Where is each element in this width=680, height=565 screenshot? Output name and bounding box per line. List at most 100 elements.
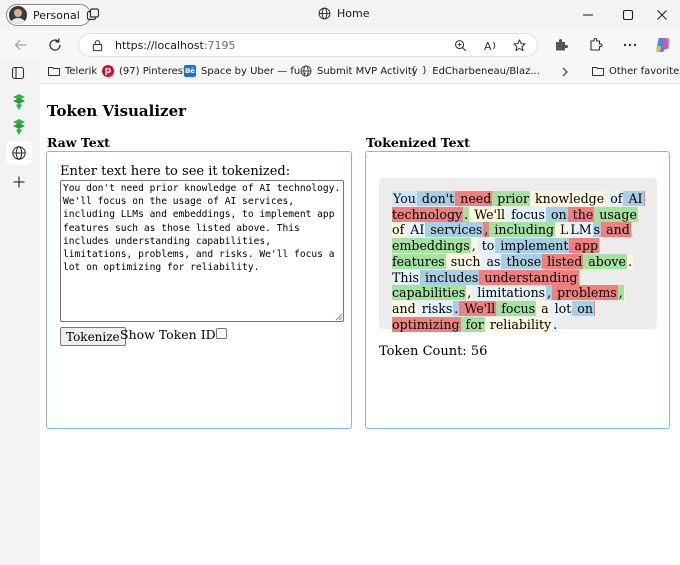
token: knowledge <box>530 191 606 206</box>
braces-icon: { } <box>411 66 428 76</box>
token: of <box>605 191 624 206</box>
favorite-label: Space by Uber — fu... <box>201 65 310 77</box>
token-display: You don't need prior knowledge of AI tec… <box>379 178 657 332</box>
token: prior <box>492 191 531 206</box>
minimize-icon[interactable] <box>580 7 596 23</box>
token: , <box>470 238 477 254</box>
extensions-icon[interactable] <box>587 37 603 53</box>
favorite-label: EdCharbeneau/Blaz... <box>432 65 540 77</box>
token: usage <box>594 206 638 222</box>
tab-actions-icon[interactable] <box>11 66 25 80</box>
token: , <box>617 285 624 301</box>
tokenized-text-panel: You don't need prior knowledge of AI tec… <box>365 151 670 429</box>
token: to <box>476 238 496 254</box>
token: You <box>392 191 417 206</box>
back-icon[interactable] <box>13 37 29 53</box>
token: focus <box>496 300 537 316</box>
token: s <box>592 222 602 238</box>
token: limitations <box>472 285 547 301</box>
favorite-label: Other favorites <box>609 65 680 77</box>
raw-text-input[interactable]: You don't need prior knowledge of AI tec… <box>60 180 344 322</box>
globe-icon <box>12 146 26 160</box>
token: app <box>569 238 600 254</box>
telerik-app-icon[interactable] <box>10 93 28 111</box>
token: lot <box>549 300 573 316</box>
behance-icon: Bē <box>184 65 196 77</box>
token: We'll <box>459 300 497 316</box>
globe-icon <box>300 65 312 77</box>
token: such <box>445 253 482 269</box>
tokenize-button[interactable]: Tokenize <box>60 327 126 346</box>
raw-text-label: Enter text here to see it tokenized: <box>60 164 291 179</box>
token: the <box>567 206 595 222</box>
chevron-right-icon[interactable] <box>560 66 570 78</box>
extension-puzzle-icon[interactable] <box>553 37 569 53</box>
globe-icon <box>318 7 331 20</box>
page-content: Token Visualizer Raw Text Tokenized Text… <box>40 84 680 565</box>
favorite-label: Telerik <box>65 65 98 77</box>
show-token-ids-checkbox[interactable] <box>216 328 227 339</box>
active-tab[interactable]: Home <box>318 7 369 20</box>
raw-text-heading: Raw Text <box>47 135 110 150</box>
token: risks <box>416 300 454 316</box>
tab-title: Home <box>337 7 370 20</box>
profile-button[interactable]: Personal <box>6 4 91 26</box>
copilot-icon[interactable] <box>654 36 672 54</box>
favorites-bar: Telerik p (97) Pinterest Bē Space by Ube… <box>40 60 680 84</box>
more-options-icon[interactable] <box>622 37 638 53</box>
refresh-icon[interactable] <box>47 37 63 53</box>
page-title: Token Visualizer <box>47 102 187 120</box>
resize-grip-icon[interactable] <box>334 312 343 321</box>
url-text: https://localhost:7195 <box>115 39 236 52</box>
avatar <box>9 6 27 24</box>
token: including <box>489 222 556 238</box>
token-count: Token Count: 56 <box>379 344 488 359</box>
favorite-label: Submit MVP Activity <box>317 65 418 77</box>
favorite-space-by-uber[interactable]: Bē Space by Uber — fu... <box>184 65 310 77</box>
sidebar-active-item[interactable] <box>6 141 32 165</box>
favorite-submit-mvp[interactable]: Submit MVP Activity <box>300 65 418 77</box>
workspaces-icon[interactable] <box>86 8 100 22</box>
favorite-edcharbeneau[interactable]: { } EdCharbeneau/Blaz... <box>411 65 540 77</box>
favorite-label: (97) Pinterest <box>119 65 187 77</box>
maximize-icon[interactable] <box>620 7 636 23</box>
favorite-other[interactable]: Other favorites <box>592 65 680 77</box>
token: L <box>555 222 570 238</box>
tokenized-text-heading: Tokenized Text <box>366 135 470 150</box>
url-port: :7195 <box>203 39 236 52</box>
token: AI <box>405 222 426 238</box>
token: problems <box>552 285 618 301</box>
token: a <box>536 300 550 316</box>
close-icon[interactable] <box>654 7 670 23</box>
favorite-pinterest[interactable]: p (97) Pinterest <box>102 65 187 77</box>
token: LM <box>569 222 593 238</box>
address-bar[interactable]: https://localhost:7195 A <box>78 33 538 57</box>
token: need <box>455 191 493 206</box>
token: focus <box>506 206 546 222</box>
token: those <box>501 253 543 269</box>
add-icon[interactable] <box>12 175 26 189</box>
zoom-icon[interactable] <box>454 39 467 52</box>
telerik-app-icon-2[interactable] <box>10 118 28 136</box>
token: and <box>601 222 631 238</box>
browser-sidebar <box>0 60 40 565</box>
token: as <box>481 253 502 269</box>
token: services <box>425 222 484 238</box>
raw-text-panel: Enter text here to see it tokenized: You… <box>46 151 352 429</box>
favorite-telerik[interactable]: Telerik <box>48 65 97 77</box>
show-token-ids-label: Show Token IDs <box>120 327 223 342</box>
token: We'll <box>469 206 507 222</box>
token: understanding <box>479 269 579 285</box>
token: above <box>583 253 627 269</box>
favorite-star-icon[interactable] <box>513 39 526 52</box>
token: on <box>545 206 568 222</box>
pinterest-icon: p <box>102 65 114 77</box>
lock-icon[interactable] <box>91 39 104 52</box>
token: implement <box>495 238 570 254</box>
token: includes <box>420 269 480 285</box>
token: on <box>572 300 594 316</box>
token: reliability <box>484 316 553 332</box>
read-aloud-icon[interactable]: A <box>484 39 498 52</box>
token: AI <box>623 191 644 206</box>
svg-text:A: A <box>484 40 492 52</box>
